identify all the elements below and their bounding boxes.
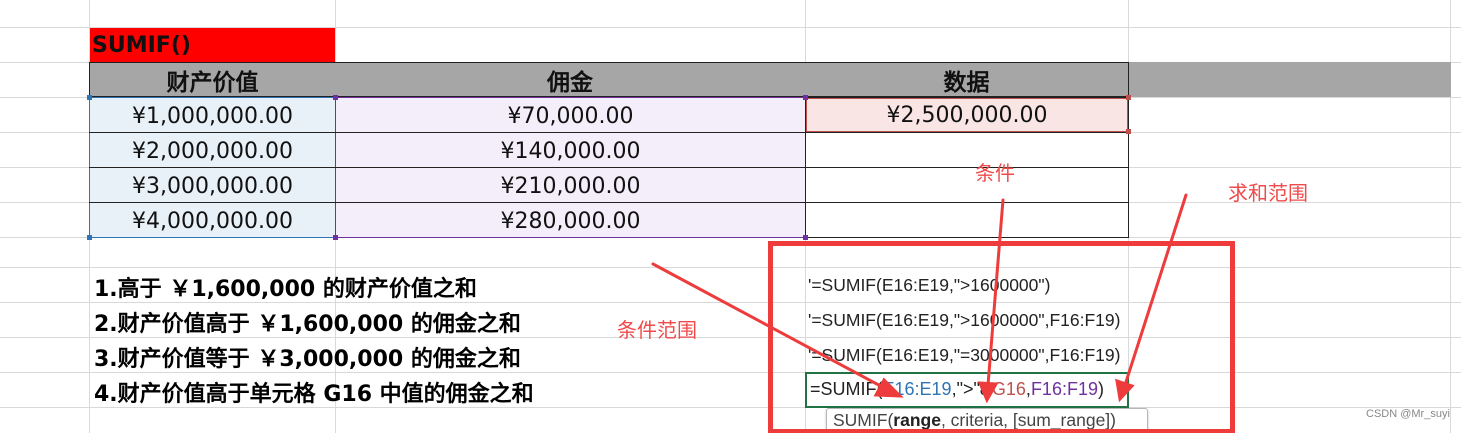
arrow-sum-range [1123, 193, 1188, 387]
annotation-condition: 条件 [975, 161, 1015, 185]
arrow-condition [986, 198, 1005, 387]
annotation-sum-range: 求和范围 [1228, 181, 1308, 205]
annotation-condition-range: 条件范围 [617, 318, 697, 342]
watermark: CSDN @Mr_suyi [1366, 408, 1450, 420]
annotation-overlay [651, 193, 1235, 433]
annotation-frame [768, 241, 1235, 433]
